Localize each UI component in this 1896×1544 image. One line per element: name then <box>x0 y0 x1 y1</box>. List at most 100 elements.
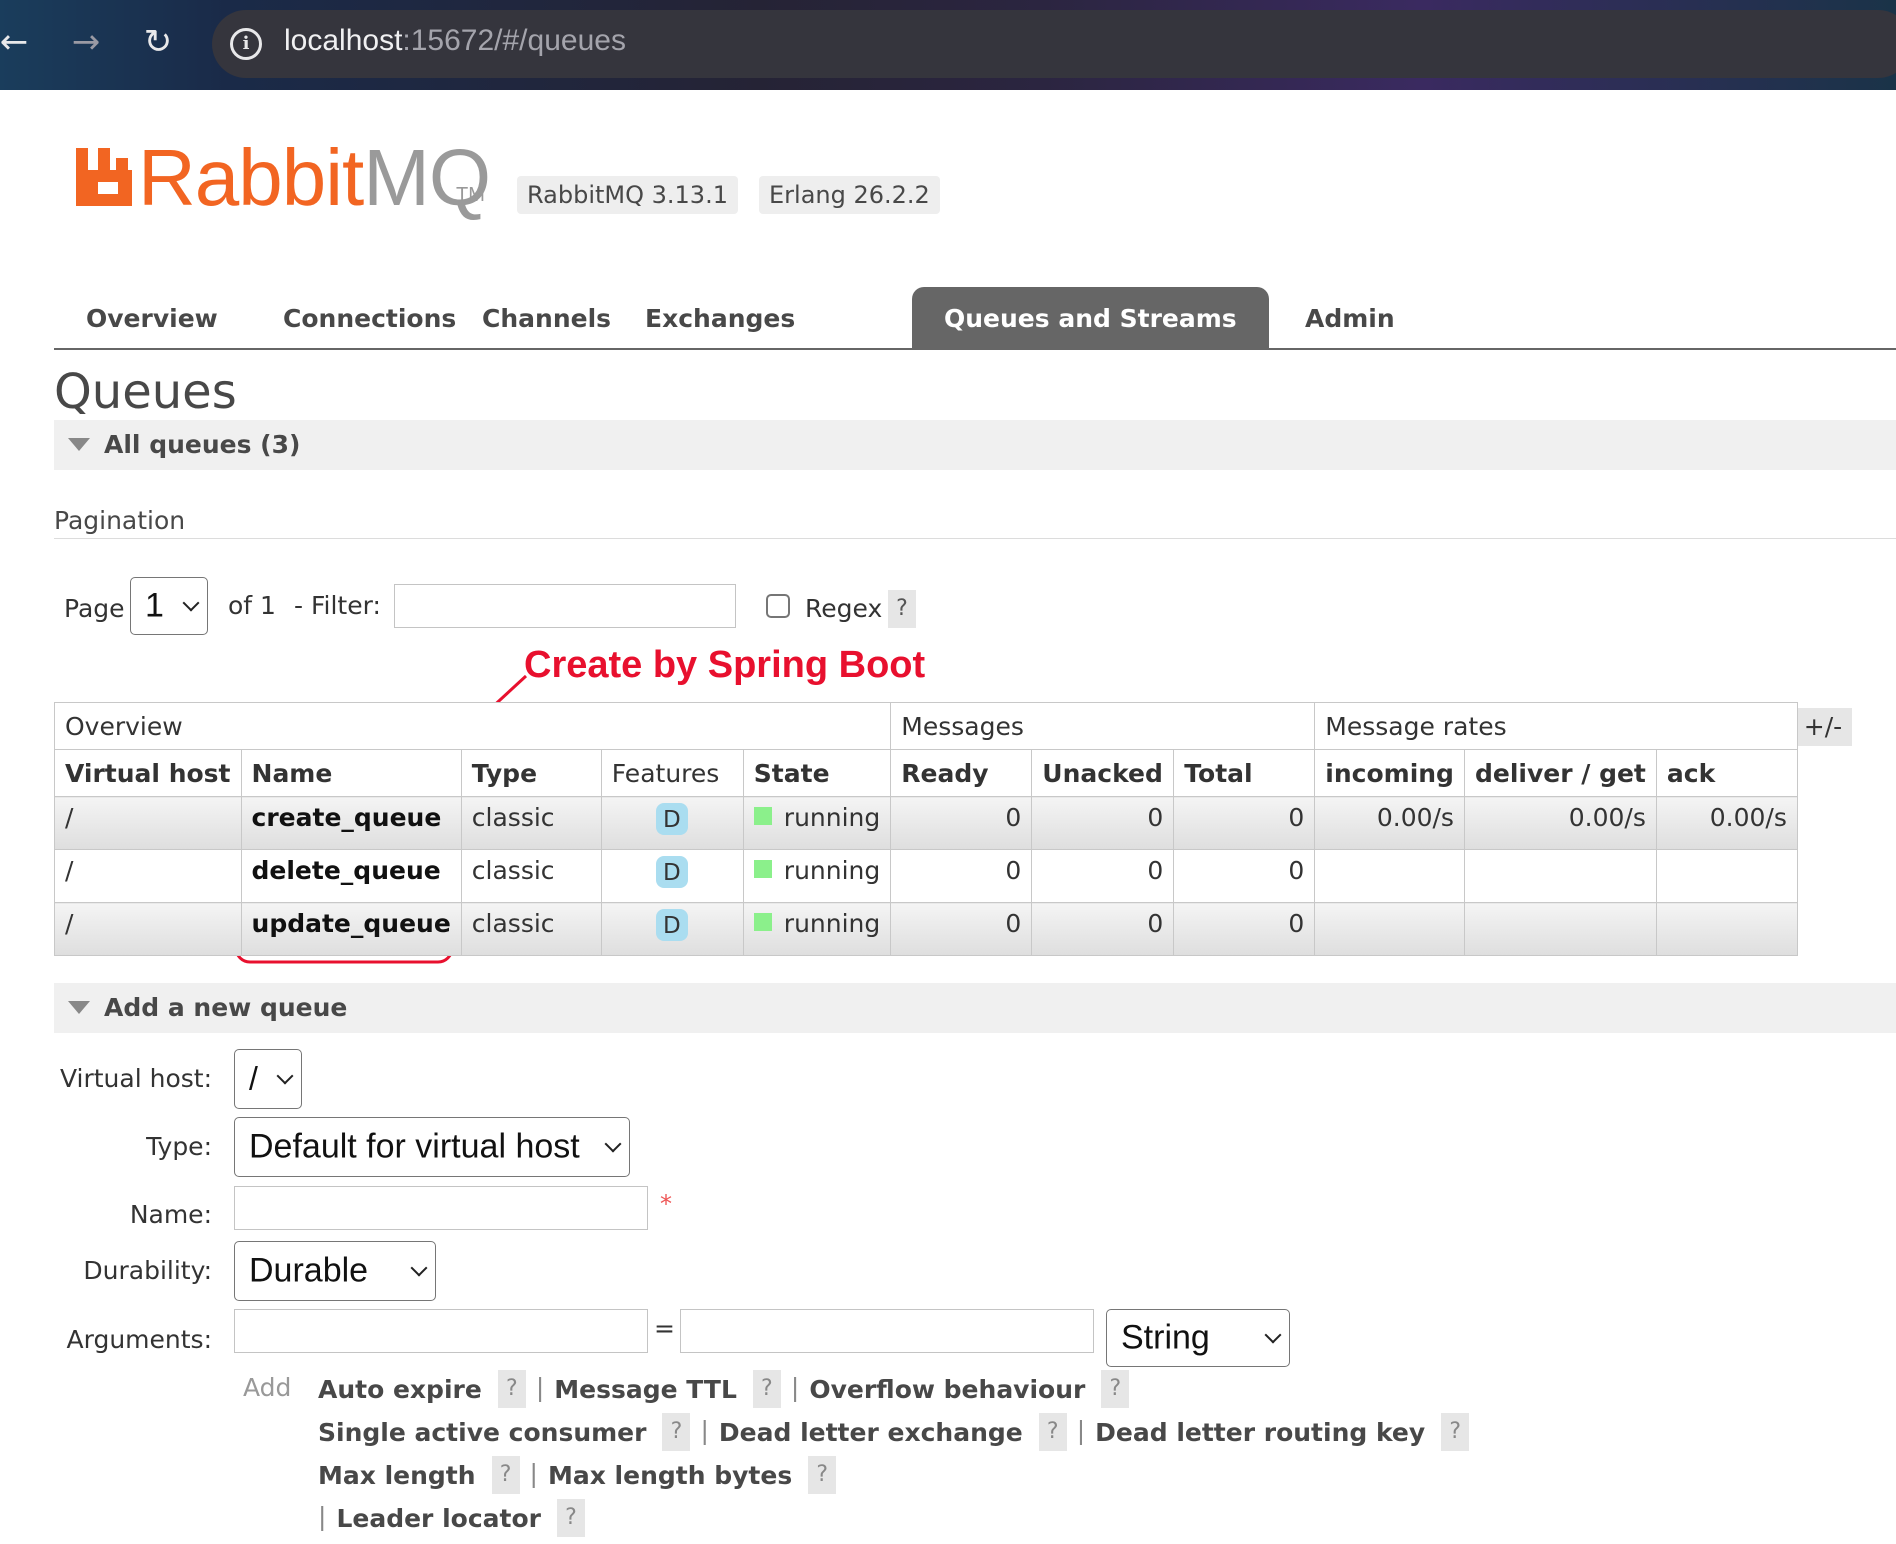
ready-cell: 0 <box>890 796 1033 850</box>
dead-letter-routing-key-link[interactable]: Dead letter routing key <box>1095 1418 1425 1447</box>
features-cell: D <box>600 796 744 850</box>
leader-locator-link[interactable]: Leader locator <box>336 1504 541 1533</box>
overflow-behaviour-help-button[interactable]: ? <box>1101 1370 1130 1408</box>
deliver-get-rate-cell <box>1463 902 1657 956</box>
durability-label: Durability: <box>83 1256 212 1285</box>
dead-letter-routing-key-help-button[interactable]: ? <box>1441 1413 1470 1451</box>
durable-feature-badge: D <box>655 803 688 835</box>
back-arrow-icon[interactable]: ← <box>0 22 34 62</box>
tab-admin[interactable]: Admin <box>1273 287 1427 348</box>
queue-type-select[interactable]: Default for virtual host <box>234 1117 630 1177</box>
url-text[interactable]: localhost:15672/#/queues <box>284 24 626 58</box>
state-cell: running <box>742 796 892 850</box>
unacked-cell: 0 <box>1031 902 1175 956</box>
ready-cell: 0 <box>890 849 1033 903</box>
column-header-state[interactable]: State <box>742 749 892 797</box>
dead-letter-exchange-link[interactable]: Dead letter exchange <box>719 1418 1023 1447</box>
separator: | <box>790 1373 800 1402</box>
type-cell: classic <box>460 796 602 850</box>
ack-rate-cell: 0.00/s <box>1655 796 1798 850</box>
column-header-type[interactable]: Type <box>460 749 602 797</box>
column-header-incoming[interactable]: incoming <box>1314 749 1465 797</box>
state-cell: running <box>742 902 892 956</box>
argument-type-select[interactable]: String <box>1106 1309 1290 1367</box>
column-header-unacked[interactable]: Unacked <box>1031 749 1175 797</box>
page-count-label: of 1 <box>228 591 276 620</box>
leader-locator-help-button[interactable]: ? <box>556 1499 585 1537</box>
message-ttl-link[interactable]: Message TTL <box>554 1375 737 1404</box>
forward-arrow-icon[interactable]: → <box>66 22 106 62</box>
state-text: running <box>783 909 881 938</box>
table-row[interactable]: / update_queue classic D running 0 0 0 <box>54 902 1798 956</box>
all-queues-section-toggle[interactable]: All queues (3) <box>54 420 1896 470</box>
collapse-triangle-icon <box>68 1001 90 1014</box>
argument-value-input[interactable] <box>680 1309 1094 1353</box>
reload-icon[interactable]: ↻ <box>138 22 178 62</box>
argument-type-select-value: String <box>1121 1318 1210 1357</box>
overflow-behaviour-link[interactable]: Overflow behaviour <box>809 1375 1085 1404</box>
equals-sign: = <box>654 1314 675 1343</box>
argument-key-input[interactable] <box>234 1309 648 1353</box>
max-length-bytes-help-button[interactable]: ? <box>808 1456 837 1494</box>
add-queue-section-toggle[interactable]: Add a new queue <box>54 983 1896 1033</box>
deliver-get-rate-cell: 0.00/s <box>1463 796 1657 850</box>
single-active-consumer-help-button[interactable]: ? <box>662 1413 691 1451</box>
tab-exchanges[interactable]: Exchanges <box>613 287 827 348</box>
running-status-icon <box>753 860 772 878</box>
total-cell: 0 <box>1173 849 1316 903</box>
auto-expire-help-button[interactable]: ? <box>497 1370 526 1408</box>
max-length-link[interactable]: Max length <box>318 1461 476 1490</box>
annotation-label: Create by Spring Boot <box>524 644 926 686</box>
queue-name-input[interactable] <box>234 1186 648 1230</box>
column-header-virtual-host[interactable]: Virtual host <box>54 749 242 797</box>
queues-table: Overview Messages Message rates Virtual … <box>53 702 1798 956</box>
regex-help-button[interactable]: ? <box>888 590 916 628</box>
total-cell: 0 <box>1173 796 1316 850</box>
rabbitmq-logo-mark-icon <box>76 148 132 206</box>
queue-name-link[interactable]: update_queue <box>240 902 462 956</box>
erlang-version-badge: Erlang 26.2.2 <box>759 176 940 214</box>
collapse-triangle-icon <box>68 438 90 451</box>
column-header-deliver-get[interactable]: deliver / get <box>1463 749 1657 797</box>
column-header-ready[interactable]: Ready <box>890 749 1033 797</box>
chevron-down-icon <box>410 1259 428 1277</box>
deliver-get-rate-cell <box>1463 849 1657 903</box>
argument-shortcuts-row-2: Single active consumer? | Dead letter exch… <box>318 1413 1470 1451</box>
queue-name-link[interactable]: delete_queue <box>240 849 462 903</box>
table-row[interactable]: / delete_queue classic D running 0 0 0 <box>54 849 1798 903</box>
durability-select-value: Durable <box>249 1251 369 1290</box>
regex-checkbox[interactable] <box>766 594 790 618</box>
group-header-overview: Overview <box>53 702 892 750</box>
chevron-down-icon <box>182 594 200 612</box>
unacked-cell: 0 <box>1031 849 1175 903</box>
table-row[interactable]: / create_queue classic D running 0 0 0 0… <box>54 796 1798 850</box>
ack-rate-cell <box>1655 902 1798 956</box>
rabbitmq-version-badge: RabbitMQ 3.13.1 <box>517 176 738 214</box>
virtual-host-select[interactable]: / <box>234 1049 302 1109</box>
trademark-mark: TM <box>456 184 485 206</box>
queue-name-link[interactable]: create_queue <box>240 796 462 850</box>
max-length-help-button[interactable]: ? <box>491 1456 520 1494</box>
features-cell: D <box>600 849 744 903</box>
tab-overview[interactable]: Overview <box>54 287 250 348</box>
dead-letter-exchange-help-button[interactable]: ? <box>1038 1413 1067 1451</box>
auto-expire-link[interactable]: Auto expire <box>318 1375 482 1404</box>
page-select[interactable]: 1 <box>130 577 208 635</box>
single-active-consumer-link[interactable]: Single active consumer <box>318 1418 646 1447</box>
tab-queues-and-streams[interactable]: Queues and Streams <box>912 287 1269 348</box>
column-header-ack[interactable]: ack <box>1655 749 1798 797</box>
filter-label: - Filter: <box>294 591 381 620</box>
durability-select[interactable]: Durable <box>234 1241 436 1301</box>
message-ttl-help-button[interactable]: ? <box>752 1370 781 1408</box>
info-icon[interactable]: i <box>230 28 262 60</box>
column-header-name[interactable]: Name <box>240 749 462 797</box>
incoming-rate-cell <box>1314 902 1465 956</box>
url-path: :15672/#/queues <box>402 24 626 57</box>
address-bar[interactable]: i localhost:15672/#/queues <box>212 10 1896 78</box>
max-length-bytes-link[interactable]: Max length bytes <box>548 1461 792 1490</box>
filter-input[interactable] <box>394 584 736 628</box>
queue-type-select-value: Default for virtual host <box>249 1127 580 1166</box>
column-toggle-button[interactable]: +/- <box>1794 708 1852 746</box>
add-label: Add <box>243 1373 292 1402</box>
column-header-total[interactable]: Total <box>1173 749 1316 797</box>
